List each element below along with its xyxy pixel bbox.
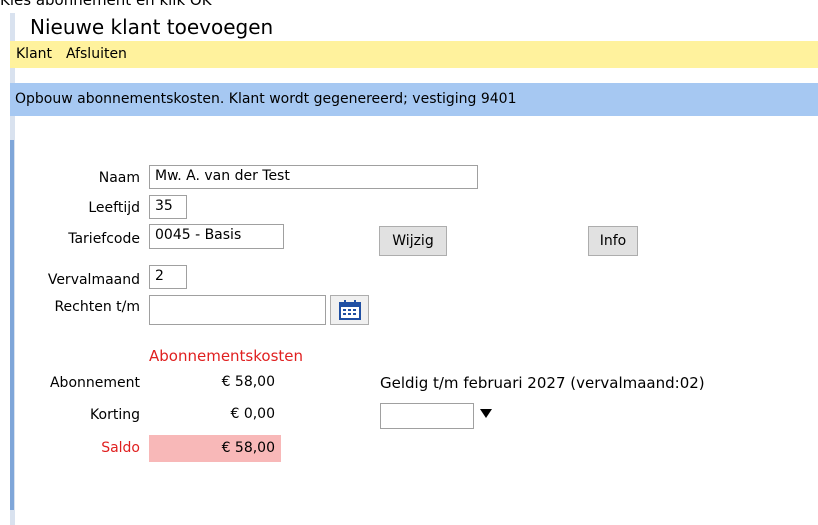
saldo-label: Saldo xyxy=(101,440,140,456)
abonnementskosten-heading: Abonnementskosten xyxy=(149,347,304,365)
rechten-field[interactable] xyxy=(149,295,326,325)
instruction-text: Kies abonnement en klik OK xyxy=(0,0,212,9)
naam-label: Naam xyxy=(98,170,140,186)
calendar-button[interactable] xyxy=(330,295,369,325)
window-title: Nieuwe klant toevoegen xyxy=(30,15,274,39)
wijzig-button[interactable]: Wijzig xyxy=(379,226,447,256)
vervalmaand-field[interactable]: 2 xyxy=(149,265,187,289)
menu-item-afsluiten[interactable]: Afsluiten xyxy=(66,45,127,63)
saldo-amount: € 58,00 xyxy=(149,435,281,462)
vervalmaand-label: Vervalmaand xyxy=(47,272,140,288)
abonnement-label: Abonnement xyxy=(49,375,140,391)
info-button[interactable]: Info xyxy=(588,226,638,256)
tariefcode-label: Tariefcode xyxy=(68,231,140,247)
calendar-icon xyxy=(339,300,361,320)
rechten-label: Rechten t/m xyxy=(54,299,140,315)
leeftijd-field[interactable]: 35 xyxy=(149,195,187,219)
abonnement-amount: € 58,00 xyxy=(149,372,281,394)
menu-item-klant[interactable]: Klant xyxy=(16,45,52,63)
dropdown-toggle[interactable] xyxy=(476,403,496,425)
korting-label: Korting xyxy=(90,407,140,423)
geldig-text: Geldig t/m februari 2027 (vervalmaand:02… xyxy=(380,374,705,392)
menu-bar xyxy=(10,41,818,68)
tariefcode-field[interactable]: 0045 - Basis xyxy=(149,224,284,249)
status-text: Opbouw abonnementskosten. Klant wordt ge… xyxy=(15,91,517,107)
korting-amount: € 0,00 xyxy=(149,404,281,426)
chevron-down-icon xyxy=(480,409,492,418)
leeftijd-label: Leeftijd xyxy=(88,200,140,216)
abonnement-dropdown[interactable] xyxy=(380,403,474,429)
window-left-accent xyxy=(10,140,14,510)
naam-field[interactable]: Mw. A. van der Test xyxy=(149,165,478,189)
